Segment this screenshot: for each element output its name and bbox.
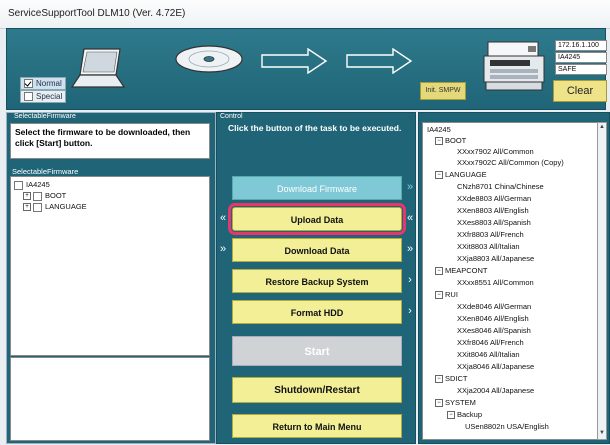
ip-address-field: 172.16.1.100 [555, 40, 607, 51]
log-area [10, 357, 210, 441]
tree-leaf[interactable]: USen8802n USA/English [465, 422, 549, 431]
tree-node-root[interactable]: IA4245 [427, 125, 451, 134]
tree-node-boot[interactable]: − BOOT [435, 136, 467, 146]
tree-leaf[interactable]: XXit8803 All/Italian [457, 242, 520, 251]
tree-node-meapcont[interactable]: − MEAPCONT [435, 266, 488, 276]
cd-icon [175, 45, 243, 73]
tree-leaf[interactable]: XXen8046 All/English [457, 314, 529, 323]
tree-node-language[interactable]: + LANGUAGE [23, 202, 87, 212]
start-button[interactable]: Start [232, 336, 402, 366]
collapse-icon[interactable]: − [435, 291, 443, 300]
normal-mode-option[interactable]: Normal [20, 77, 66, 91]
special-mode-option[interactable]: Special [20, 90, 67, 104]
tree-leaf[interactable]: XXes8803 All/Spanish [457, 218, 531, 227]
window-title: ServiceSupportTool DLM10 (Ver. 4.72E) [8, 8, 186, 19]
title-bar: ServiceSupportTool DLM10 (Ver. 4.72E) [0, 0, 610, 29]
tree-label: SDICT [445, 374, 468, 383]
checkbox[interactable] [14, 180, 23, 190]
transfer-arrow-icon [261, 48, 328, 74]
expand-icon[interactable]: + [23, 192, 31, 201]
tree-node-backup[interactable]: − Backup [447, 410, 483, 420]
tree-node-system[interactable]: − SYSTEM [435, 398, 476, 408]
restore-backup-system-button[interactable]: Restore Backup System [232, 269, 402, 293]
tree-label: IA4245 [26, 180, 50, 189]
tree-leaf[interactable]: XXxx7902 All/Common [457, 147, 534, 156]
clear-button[interactable]: Clear [553, 80, 607, 102]
collapse-icon[interactable]: − [447, 411, 455, 420]
tree-scrollbar[interactable] [597, 122, 607, 440]
download-firmware-button[interactable]: Download Firmware [232, 176, 402, 200]
tree-label: LANGUAGE [45, 202, 87, 211]
upload-data-button[interactable]: Upload Data [228, 203, 406, 235]
tree-leaf[interactable]: XXxx7902C All/Common (Copy) [457, 158, 564, 167]
printer-icon [483, 41, 545, 91]
shutdown-restart-button[interactable]: Shutdown/Restart [232, 377, 402, 403]
tree-leaf[interactable]: XXfr8803 All/French [457, 230, 524, 239]
collapse-icon[interactable]: − [435, 171, 443, 180]
firmware-instruction: Select the firmware to be downloaded, th… [10, 123, 210, 159]
normal-label: Normal [36, 79, 62, 88]
model-field: IA4245 [555, 52, 607, 63]
tree-label: SYSTEM [445, 398, 476, 407]
tree-leaf[interactable]: CNzh8701 China/Chinese [457, 182, 544, 191]
tree-leaf[interactable]: XXes8046 All/Spanish [457, 326, 531, 335]
tree-node-language[interactable]: − LANGUAGE [435, 170, 487, 180]
selectable-firmware-tree: IA4245 + BOOT + LANGUAGE [10, 176, 210, 356]
tree-title: SelectableFirmware [12, 167, 79, 176]
tree-leaf[interactable]: XXja8046 All/Japanese [457, 362, 534, 371]
checkbox[interactable] [33, 191, 42, 201]
tree-label: BOOT [445, 136, 467, 145]
return-to-main-menu-button[interactable]: Return to Main Menu [232, 414, 402, 438]
tree-node-sdict[interactable]: − SDICT [435, 374, 468, 384]
tree-leaf[interactable]: XXja8803 All/Japanese [457, 254, 534, 263]
right-arrow-icon: › [408, 305, 412, 317]
tree-leaf[interactable]: XXxx8551 All/Common [457, 278, 534, 287]
tree-leaf[interactable]: XXja2004 All/Japanese [457, 386, 534, 395]
checkbox[interactable] [33, 202, 42, 212]
tree-node-boot[interactable]: + BOOT [23, 191, 66, 201]
tree-leaf[interactable]: XXit8046 All/Italian [457, 350, 520, 359]
right-double-arrow-icon: » [219, 243, 227, 255]
control-instruction: Click the button of the task to be execu… [228, 123, 402, 133]
tree-label: BOOT [45, 191, 67, 200]
computer-icon [70, 48, 126, 88]
right-double-arrow-icon: » [406, 243, 414, 255]
expand-icon[interactable]: + [23, 203, 31, 212]
download-data-button[interactable]: Download Data [232, 238, 402, 262]
scroll-up-icon[interactable]: ▲ [598, 124, 606, 130]
init-smpw-button[interactable]: Init. SMPW [420, 82, 466, 100]
control-group-label: Control [220, 113, 243, 120]
collapse-icon[interactable]: − [435, 137, 443, 146]
selectable-firmware-group-label: SelectableFirmware [14, 113, 76, 120]
format-hdd-button[interactable]: Format HDD [232, 300, 402, 324]
status-field: SAFE [555, 64, 607, 75]
tree-leaf[interactable]: XXde8046 All/German [457, 302, 531, 311]
tree-leaf[interactable]: XXfr8046 All/French [457, 338, 524, 347]
tree-node-rui[interactable]: − RUI [435, 290, 458, 300]
device-firmware-tree: IA4245 − BOOT XXxx7902 All/Common XXxx790… [422, 122, 598, 440]
collapse-icon[interactable]: − [435, 267, 443, 276]
tree-label: MEAPCONT [445, 266, 488, 275]
tree-node-root[interactable]: IA4245 [14, 180, 50, 190]
special-checkbox[interactable] [24, 92, 33, 102]
right-double-arrow-icon: » [406, 181, 414, 193]
normal-checkbox[interactable] [24, 79, 33, 89]
right-arrow-icon: › [408, 274, 412, 286]
special-label: Special [36, 92, 63, 101]
collapse-icon[interactable]: − [435, 375, 443, 384]
transfer-arrow-icon [346, 48, 413, 74]
tree-leaf[interactable]: XXde8803 All/German [457, 194, 531, 203]
collapse-icon[interactable]: − [435, 399, 443, 408]
tree-label: RUI [445, 290, 458, 299]
tree-leaf[interactable]: XXen8803 All/English [457, 206, 529, 215]
tree-label: LANGUAGE [445, 170, 487, 179]
scroll-down-icon[interactable]: ▼ [598, 430, 606, 436]
tree-label: Backup [457, 410, 483, 419]
left-double-arrow-icon: « [406, 212, 414, 224]
left-double-arrow-icon: « [219, 212, 227, 224]
